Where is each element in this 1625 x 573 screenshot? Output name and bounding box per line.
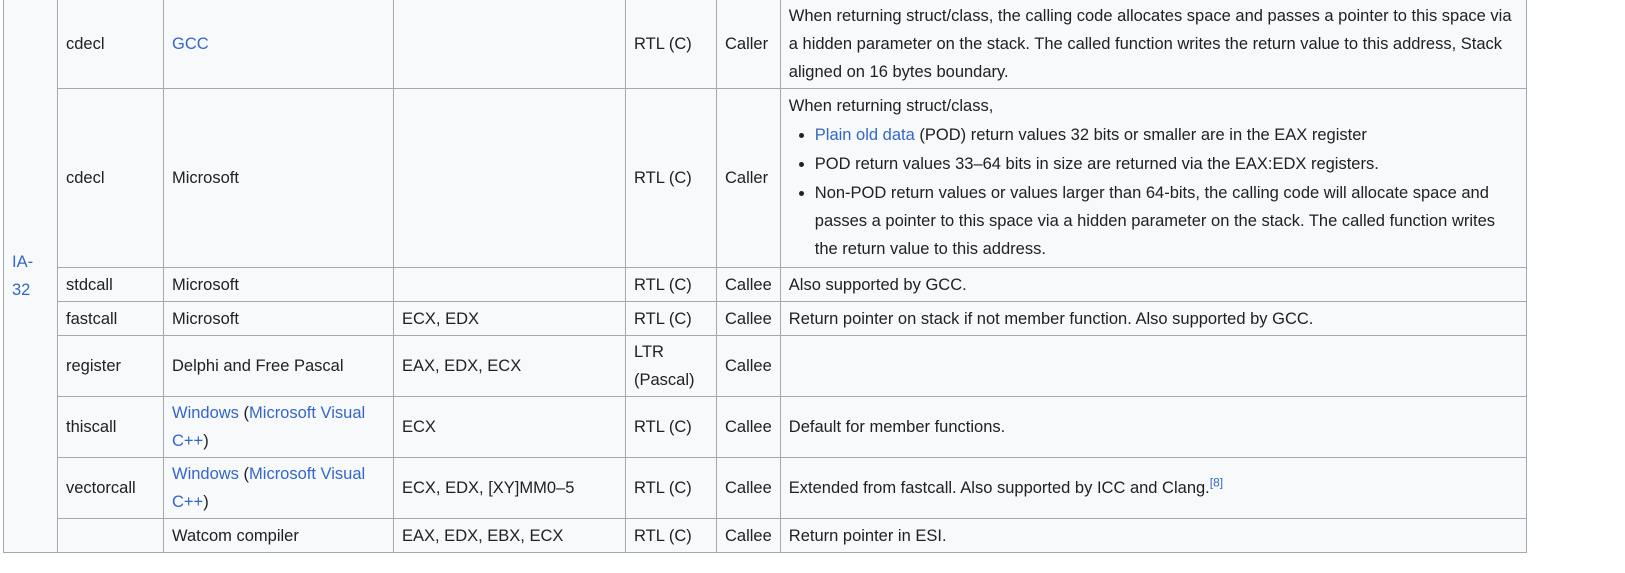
cleanup-cell: Callee xyxy=(716,396,781,458)
cleanup-cell: Caller xyxy=(716,0,781,89)
notes-list: Plain old data (POD) return values 32 bi… xyxy=(789,121,1518,263)
convention-name: register xyxy=(57,335,164,397)
table-row: IA-32 cdecl GCC RTL (C) Caller When retu… xyxy=(3,0,1527,553)
arg-order-cell: RTL (C) xyxy=(625,88,717,268)
notes-cell: Extended from fastcall. Also supported b… xyxy=(779,457,1527,519)
implementation-link[interactable]: GCC xyxy=(172,35,209,53)
convention-name xyxy=(57,518,164,553)
convention-name: cdecl xyxy=(57,88,164,268)
registers-cell: ECX, EDX, [XY]MM0–5 xyxy=(393,457,626,519)
convention-name: cdecl xyxy=(57,0,164,89)
implementation-cell: Windows (Microsoft Visual C++) xyxy=(163,396,394,458)
registers-cell: EAX, EDX, EBX, ECX xyxy=(393,518,626,553)
registers-cell xyxy=(393,0,626,89)
notes-cell: When returning struct/class, the calling… xyxy=(779,0,1527,89)
arg-order-cell: LTR (Pascal) xyxy=(625,335,717,397)
convention-name: fastcall xyxy=(57,301,164,336)
arg-order-cell: RTL (C) xyxy=(625,457,717,519)
notes-cell xyxy=(779,335,1527,397)
table-row: cdecl Microsoft RTL (C) Caller When retu… xyxy=(4,88,1527,268)
convention-name: vectorcall xyxy=(57,457,164,519)
notes-cell: Default for member functions. xyxy=(779,396,1527,458)
notes-cell: Also supported by GCC. xyxy=(779,267,1527,302)
table-row: fastcall Microsoft ECX, EDX RTL (C) Call… xyxy=(4,301,1527,336)
cleanup-cell: Callee xyxy=(716,457,781,519)
implementation-cell: Delphi and Free Pascal xyxy=(163,335,394,397)
cleanup-cell: Caller xyxy=(716,88,781,268)
registers-cell xyxy=(393,88,626,268)
plain-old-data-link[interactable]: Plain old data xyxy=(815,126,915,144)
list-item: Non-POD return values or values larger t… xyxy=(815,179,1518,263)
implementation-cell: Microsoft xyxy=(163,301,394,336)
paren-open: ( xyxy=(238,404,250,422)
architecture-cell: IA-32 xyxy=(3,0,58,553)
cleanup-cell: Callee xyxy=(716,301,781,336)
table-row: thiscall Windows (Microsoft Visual C++) … xyxy=(4,396,1527,458)
calling-conventions-table-wrapper: IA-32 cdecl GCC RTL (C) Caller When retu… xyxy=(3,0,1527,553)
paren-close: ) xyxy=(203,493,209,511)
registers-cell xyxy=(393,267,626,302)
implementation-cell: Windows (Microsoft Visual C++) xyxy=(163,457,394,519)
table-row: stdcall Microsoft RTL (C) Callee Also su… xyxy=(4,267,1527,302)
arg-order-cell: RTL (C) xyxy=(625,518,717,553)
registers-cell: ECX, EDX xyxy=(393,301,626,336)
windows-link[interactable]: Windows xyxy=(172,465,239,483)
table-row: register Delphi and Free Pascal EAX, EDX… xyxy=(4,335,1527,397)
list-item-text: (POD) return values 32 bits or smaller a… xyxy=(914,126,1367,144)
cleanup-cell: Callee xyxy=(716,518,781,553)
cleanup-cell: Callee xyxy=(716,335,781,397)
arg-order-cell: RTL (C) xyxy=(625,396,717,458)
implementation-cell: Microsoft xyxy=(163,267,394,302)
notes-text: Extended from fastcall. Also supported b… xyxy=(788,479,1210,497)
arg-order-cell: RTL (C) xyxy=(625,267,717,302)
notes-cell: Return pointer in ESI. xyxy=(779,518,1527,553)
cleanup-cell: Callee xyxy=(716,267,781,302)
arg-order-cell: RTL (C) xyxy=(625,301,717,336)
list-item: POD return values 33–64 bits in size are… xyxy=(815,150,1518,178)
architecture-link[interactable]: IA-32 xyxy=(12,253,33,299)
table-row: Watcom compiler EAX, EDX, EBX, ECX RTL (… xyxy=(4,518,1527,553)
convention-name: stdcall xyxy=(57,267,164,302)
registers-cell: ECX xyxy=(393,396,626,458)
windows-link[interactable]: Windows xyxy=(172,404,239,422)
arg-order-cell: RTL (C) xyxy=(625,0,717,89)
table-row: vectorcall Windows (Microsoft Visual C++… xyxy=(4,457,1527,519)
calling-conventions-table: IA-32 cdecl GCC RTL (C) Caller When retu… xyxy=(3,0,1527,553)
paren-close: ) xyxy=(203,432,209,450)
registers-cell: EAX, EDX, ECX xyxy=(393,335,626,397)
notes-cell: When returning struct/class, Plain old d… xyxy=(779,88,1527,268)
list-item: Plain old data (POD) return values 32 bi… xyxy=(815,121,1518,149)
notes-intro: When returning struct/class, xyxy=(788,97,994,115)
implementation-cell: GCC xyxy=(163,0,394,89)
notes-cell: Return pointer on stack if not member fu… xyxy=(779,301,1527,336)
paren-open: ( xyxy=(238,465,250,483)
reference-link[interactable]: [8] xyxy=(1210,476,1223,490)
implementation-cell: Microsoft xyxy=(163,88,394,268)
convention-name: thiscall xyxy=(57,396,164,458)
implementation-cell: Watcom compiler xyxy=(163,518,394,553)
